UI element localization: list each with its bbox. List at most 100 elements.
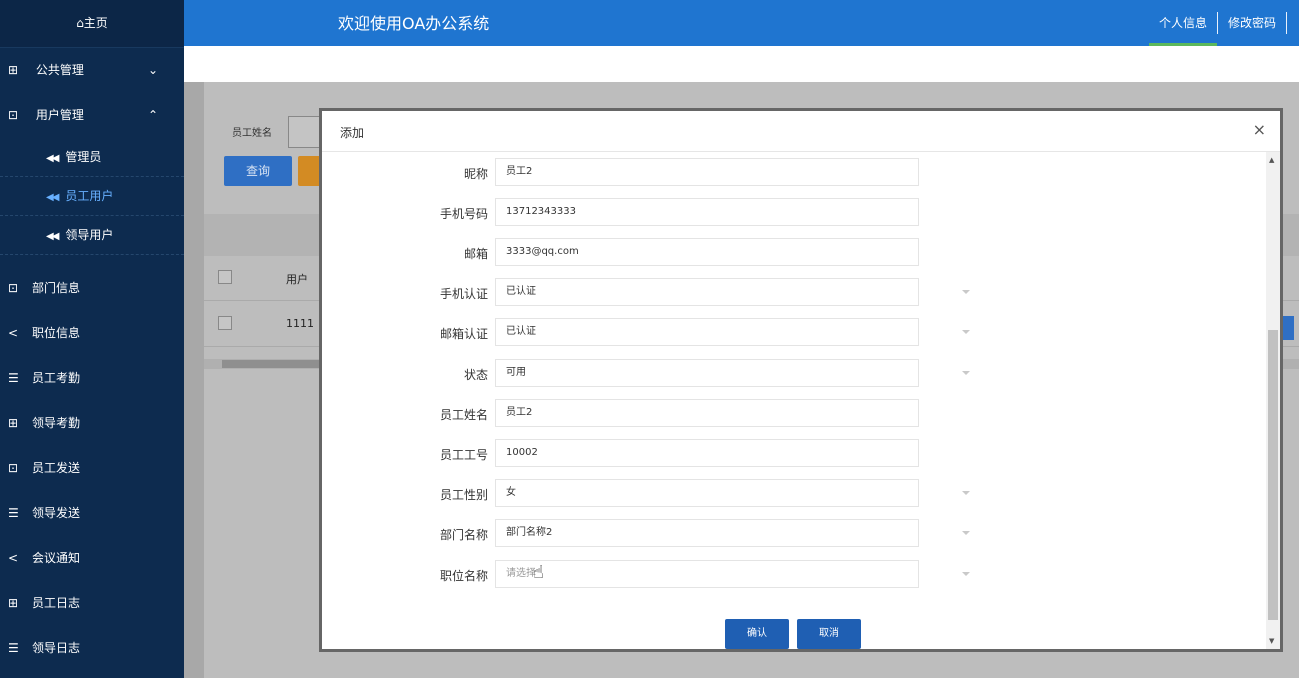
scrollbar-thumb[interactable] (1268, 330, 1278, 620)
select-value: 已认证 (506, 286, 536, 297)
share-icon: < (8, 551, 19, 565)
close-icon[interactable]: × (1253, 120, 1266, 139)
change-password-link[interactable]: 修改密码 (1218, 0, 1286, 46)
sidebar-sub-admin[interactable]: ◀◀ 管理员 (0, 138, 184, 177)
sidebar-item-positions[interactable]: < 职位信息 (0, 311, 184, 356)
sidebar-group-public[interactable]: ⊞ 公共管理 ⌄ (0, 48, 184, 93)
sidebar-item-leader-send[interactable]: ☰ 领导发送 (0, 491, 184, 536)
sidebar-item-departments[interactable]: ⊡ 部门信息 (0, 266, 184, 311)
email-verified-select[interactable]: 已认证 (495, 318, 970, 346)
sidebar-item-label: 会议通知 (32, 551, 81, 565)
hand-cursor-icon: ☝ (533, 562, 544, 583)
position-select[interactable]: 请选择 (495, 560, 970, 588)
sidebar-item-meeting-notice[interactable]: < 会议通知 (0, 536, 184, 581)
sidebar-group-users[interactable]: ⊡ 用户管理 ⌃ (0, 93, 184, 138)
grid-icon: ⊞ (8, 596, 19, 610)
select-placeholder: 请选择 (506, 568, 536, 579)
grid-icon: ⊞ (8, 63, 19, 77)
share-icon: < (8, 326, 19, 340)
panel-icon: ⊡ (8, 281, 19, 295)
sidebar-item-leader-log[interactable]: ☰ 领导日志 (0, 626, 184, 671)
sidebar-item-employee-attendance[interactable]: ☰ 员工考勤 (0, 356, 184, 401)
department-select[interactable]: 部门名称2 (495, 519, 970, 547)
sidebar-item-label: 部门信息 (32, 281, 81, 295)
scroll-up-icon[interactable]: ▲ (1269, 156, 1274, 164)
sidebar-item-label: 领导考勤 (32, 416, 81, 430)
query-button[interactable]: 查询 (224, 156, 292, 186)
scroll-down-icon[interactable]: ▼ (1269, 637, 1274, 645)
field-label: 手机认证 (439, 287, 488, 301)
sidebar-item-label: 职位信息 (32, 326, 81, 340)
panel-icon: ⊡ (8, 108, 19, 122)
dialog-scrollbar[interactable]: ▲ ▼ (1266, 152, 1280, 649)
gender-select[interactable]: 女 (495, 479, 970, 507)
top-header: 欢迎使用OA办公系统 个人信息 修改密码 (184, 0, 1299, 46)
confirm-button[interactable]: 确认 (725, 619, 789, 649)
employee-name-input[interactable]: 员工2 (495, 399, 919, 427)
chevron-up-icon: ⌃ (147, 108, 158, 122)
cancel-button[interactable]: 取消 (797, 619, 861, 649)
sidebar-item-employee-log[interactable]: ⊞ 员工日志 (0, 581, 184, 626)
field-label: 员工姓名 (439, 408, 488, 422)
field-label: 员工工号 (439, 448, 488, 462)
sidebar-item-leader-attendance[interactable]: ⊞ 领导考勤 (0, 401, 184, 446)
sidebar-sub-employee-users[interactable]: ◀◀ 员工用户 (0, 177, 184, 216)
form-row-employee-number: 员工工号 10002 (322, 439, 1022, 469)
row-action-button[interactable] (1282, 316, 1294, 340)
list-icon: ☰ (8, 371, 19, 385)
sidebar-group-label: 公共管理 (35, 63, 84, 77)
form-row-email: 邮箱 3333@qq.com (322, 238, 1022, 268)
employee-number-input[interactable]: 10002 (495, 439, 919, 467)
sidebar-item-label: 员工考勤 (32, 371, 81, 385)
select-value: 部门名称2 (506, 527, 553, 538)
chevron-down-icon: ⌄ (147, 63, 158, 77)
caret-down-icon (962, 572, 970, 576)
sidebar: ⌂主页 ⊞ 公共管理 ⌄ ⊡ 用户管理 ⌃ ◀◀ 管理员 ◀◀ 员工用户 ◀◀ 领导用… (0, 0, 184, 678)
row-user-cell: 1111 (286, 317, 314, 330)
app-title: 欢迎使用OA办公系统 (338, 14, 490, 33)
form-row-gender: 员工性别 女 (322, 479, 1022, 509)
select-all-checkbox[interactable] (218, 270, 232, 284)
sidebar-item-label: 员工日志 (32, 596, 81, 610)
sidebar-item-label: 领导日志 (32, 641, 81, 655)
form-row-nickname: 昵称 员工2 (322, 158, 1022, 188)
field-label: 昵称 (463, 167, 488, 181)
panel-icon: ⊡ (8, 461, 19, 475)
search-label: 员工姓名 (232, 128, 272, 139)
form-row-phone-verified: 手机认证 已认证 (322, 278, 1022, 308)
sidebar-sub-label: 管理员 (65, 150, 102, 164)
sidebar-home-link[interactable]: ⌂主页 (0, 0, 184, 48)
form-row-department: 部门名称 部门名称2 (322, 519, 1022, 549)
field-label: 手机号码 (439, 207, 488, 221)
nickname-input[interactable]: 员工2 (495, 158, 919, 186)
grid-icon: ⊞ (8, 416, 19, 430)
caret-down-icon (962, 491, 970, 495)
phone-verified-select[interactable]: 已认证 (495, 278, 970, 306)
caret-down-icon (962, 330, 970, 334)
status-select[interactable]: 可用 (495, 359, 970, 387)
sidebar-sub-label: 员工用户 (65, 189, 114, 203)
field-label: 职位名称 (439, 569, 488, 583)
field-label: 部门名称 (439, 528, 488, 542)
caret-down-icon (962, 290, 970, 294)
add-dialog: 添加 × 昵称 员工2 手机号码 13712343333 邮箱 3333@qq.… (319, 108, 1283, 652)
select-value: 已认证 (506, 326, 536, 337)
list-icon: ☰ (8, 641, 19, 655)
personal-info-link[interactable]: 个人信息 (1148, 0, 1217, 46)
form-row-employee-name: 员工姓名 员工2 (322, 399, 1022, 429)
sidebar-sub-list: ◀◀ 管理员 ◀◀ 员工用户 ◀◀ 领导用户 (0, 138, 184, 255)
sidebar-item-label: 领导发送 (32, 506, 81, 520)
email-input[interactable]: 3333@qq.com (495, 238, 919, 266)
form-row-status: 状态 可用 (322, 359, 1022, 389)
form-row-position: 职位名称 请选择 (322, 560, 1022, 590)
sidebar-sub-leader-users[interactable]: ◀◀ 领导用户 (0, 216, 184, 255)
row-checkbox[interactable] (218, 316, 232, 330)
phone-input[interactable]: 13712343333 (495, 198, 919, 226)
tab-strip (184, 46, 1299, 82)
double-arrow-icon: ◀◀ (46, 153, 59, 164)
dialog-header: 添加 × (322, 111, 1280, 152)
select-value: 女 (506, 487, 516, 498)
column-header-user: 用户 (286, 273, 308, 286)
sidebar-item-employee-send[interactable]: ⊡ 员工发送 (0, 446, 184, 491)
caret-down-icon (962, 371, 970, 375)
